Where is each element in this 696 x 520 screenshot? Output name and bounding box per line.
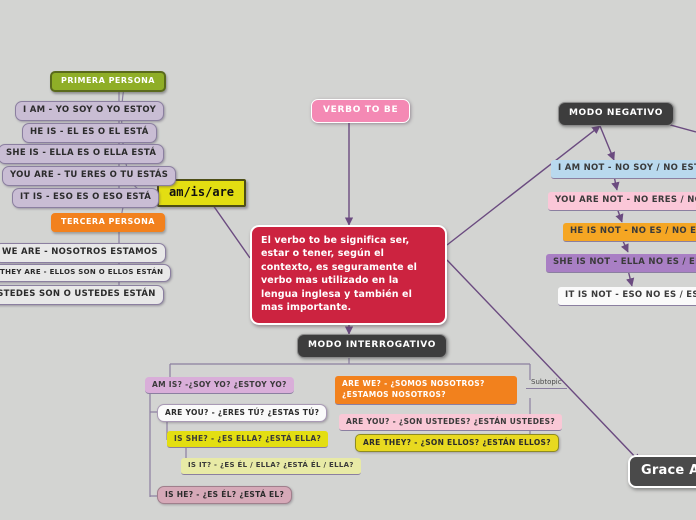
- list-item-negativo-2[interactable]: HE IS NOT - NO ES / NO ESTÁ: [563, 223, 696, 242]
- list-item-primera-1[interactable]: HE IS - EL ES O EL ESTÁ: [22, 123, 157, 143]
- list-item-primera-0[interactable]: I AM - YO SOY O YO ESTOY: [15, 101, 165, 121]
- description-node[interactable]: El verbo to be significa ser, estar o te…: [250, 225, 447, 325]
- author-node[interactable]: Grace Agu: [628, 455, 696, 489]
- list-item-interrogativo-left-1[interactable]: ARE YOU? - ¿ERES TÚ? ¿ESTAS TÚ?: [157, 404, 328, 423]
- list-item-tercera-1[interactable]: THEY ARE - ELLOS SON O ELLOS ESTÁN: [0, 264, 172, 282]
- list-item-interrogativo-right-0[interactable]: ARE WE? - ¿SOMOS NOSOTROS? ¿ESTAMOS NOSO…: [335, 376, 517, 405]
- mindmap-canvas: VERBO TO BE El verbo to be significa ser…: [0, 0, 696, 520]
- list-item-interrogativo-right-2[interactable]: ARE THEY? - ¿SON ELLOS? ¿ESTÁN ELLOS?: [355, 434, 559, 453]
- group-node-modo-interrogativo[interactable]: MODO INTERROGATIVO: [297, 334, 447, 359]
- list-item-negativo-3[interactable]: SHE IS NOT - ELLA NO ES / ELLA NO ESTÁ: [546, 254, 696, 273]
- group-node-primera-persona[interactable]: PRIMERA PERSONA: [50, 71, 166, 92]
- list-item-interrogativo-left-4[interactable]: IS HE? - ¿ES ÉL? ¿ESTÁ EL?: [157, 486, 293, 505]
- list-item-negativo-1[interactable]: YOU ARE NOT - NO ERES / NO ESTÁS: [548, 192, 696, 211]
- list-item-negativo-0[interactable]: I AM NOT - NO SOY / NO ESTOY: [551, 160, 696, 179]
- list-item-interrogativo-right-1[interactable]: ARE YOU? - ¿SON USTEDES? ¿ESTÁN USTEDES?: [339, 414, 563, 432]
- root-node-verbo-to-be[interactable]: VERBO TO BE: [311, 99, 411, 124]
- list-item-interrogativo-left-0[interactable]: AM IS? -¿SOY YO? ¿ESTOY YO?: [145, 377, 294, 395]
- group-node-modo-negativo[interactable]: MODO NEGATIVO: [558, 102, 674, 127]
- list-item-primera-3[interactable]: YOU ARE - TU ERES O TU ESTÁS: [2, 166, 177, 186]
- group-node-tercera-persona[interactable]: TERCERA PERSONA: [51, 213, 165, 232]
- list-item-negativo-4[interactable]: IT IS NOT - ESO NO ES / ESO NO ESTÁ: [558, 287, 696, 306]
- list-item-primera-2[interactable]: SHE IS - ELLA ES O ELLA ESTÁ: [0, 144, 165, 164]
- list-item-tercera-0[interactable]: WE ARE - NOSOTROS ESTAMOS: [0, 243, 166, 263]
- list-item-primera-4[interactable]: IT IS - ESO ES O ESO ESTÁ: [12, 188, 160, 208]
- list-item-interrogativo-left-2[interactable]: IS SHE? - ¿ES ELLA? ¿ESTÁ ELLA?: [167, 431, 329, 449]
- list-item-tercera-2[interactable]: USTEDES SON O USTEDES ESTÁN: [0, 285, 164, 305]
- list-item-interrogativo-left-3[interactable]: IS IT? - ¿ES ÉL / ELLA? ¿ESTÁ ÉL / ELLA?: [181, 458, 361, 475]
- subtopic-label[interactable]: Subtopic: [526, 378, 567, 389]
